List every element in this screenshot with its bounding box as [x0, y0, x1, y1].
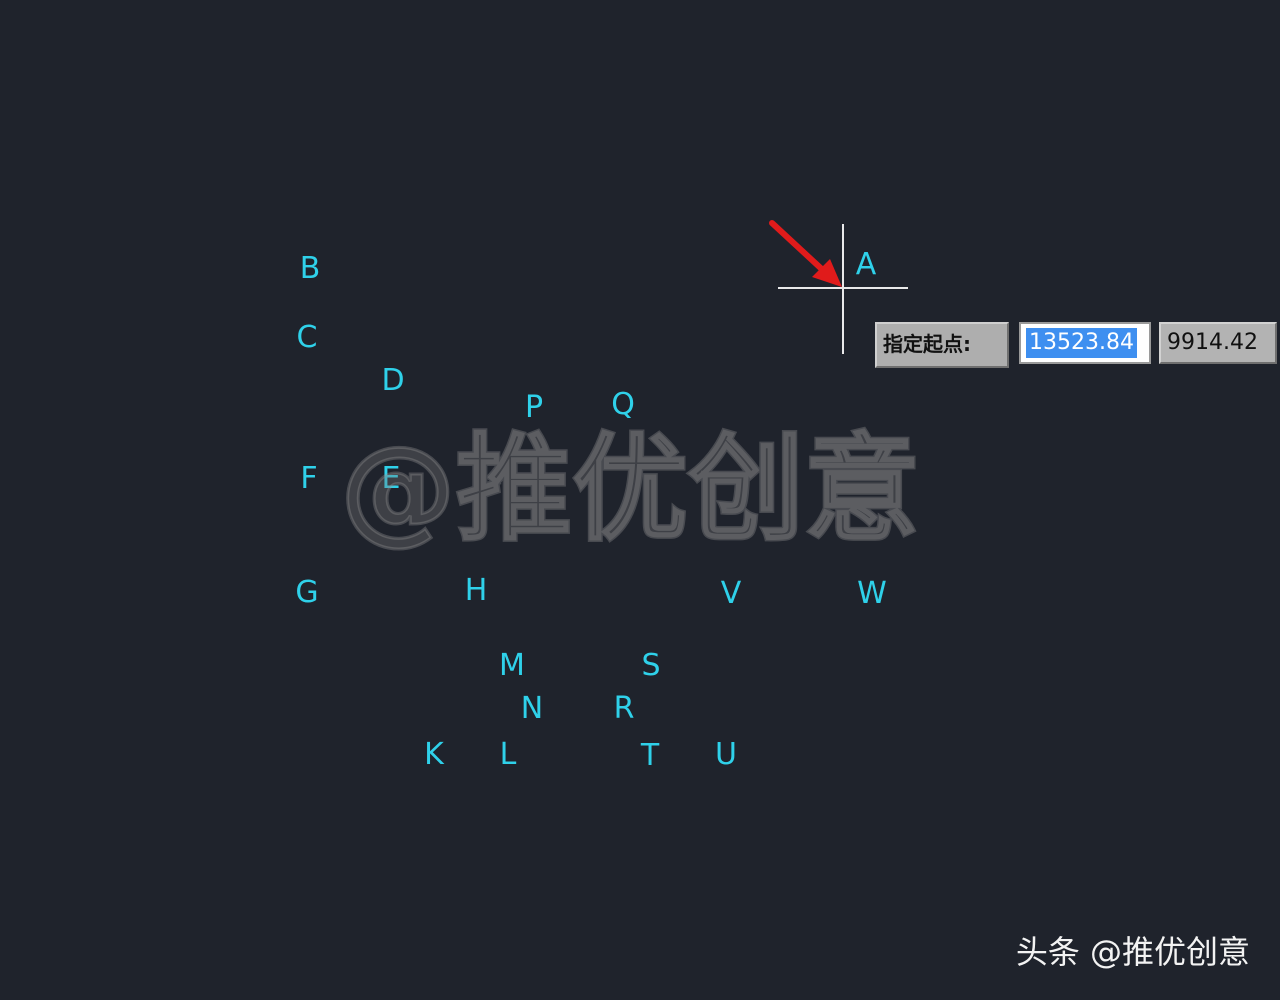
- point-label-a: A: [855, 247, 877, 282]
- point-label-e: E: [381, 461, 401, 496]
- red-arrow-icon: [769, 220, 842, 287]
- point-label-w: W: [857, 576, 887, 611]
- point-label-r: R: [613, 691, 635, 726]
- point-label-d: D: [381, 363, 405, 398]
- footer-watermark: 头条 @推优创意: [1015, 933, 1250, 971]
- center-watermark: @推优创意: [339, 421, 922, 559]
- point-label-g: G: [295, 575, 319, 610]
- x-coordinate-input[interactable]: 13523.84: [1019, 322, 1151, 364]
- point-label-c: C: [296, 320, 318, 355]
- point-label-b: B: [299, 251, 321, 286]
- point-label-v: V: [720, 576, 742, 611]
- point-label-k: K: [424, 737, 444, 772]
- x-coordinate-value: 13523.84: [1026, 328, 1137, 358]
- point-label-s: S: [641, 648, 661, 683]
- y-coordinate-input[interactable]: 9914.42: [1159, 322, 1277, 364]
- point-label-q: Q: [611, 387, 635, 422]
- point-label-p: P: [524, 390, 544, 425]
- point-label-l: L: [499, 737, 517, 772]
- specify-start-point-prompt: 指定起点:: [875, 322, 1009, 368]
- point-label-t: T: [640, 738, 660, 773]
- point-label-u: U: [715, 737, 737, 772]
- point-label-h: H: [464, 573, 488, 608]
- point-label-n: N: [520, 691, 544, 726]
- point-label-f: F: [300, 461, 318, 496]
- point-label-m: M: [499, 648, 525, 683]
- cad-drawing-canvas[interactable]: A B C D E F G H K L M N P Q R S T U V W …: [0, 0, 1280, 1000]
